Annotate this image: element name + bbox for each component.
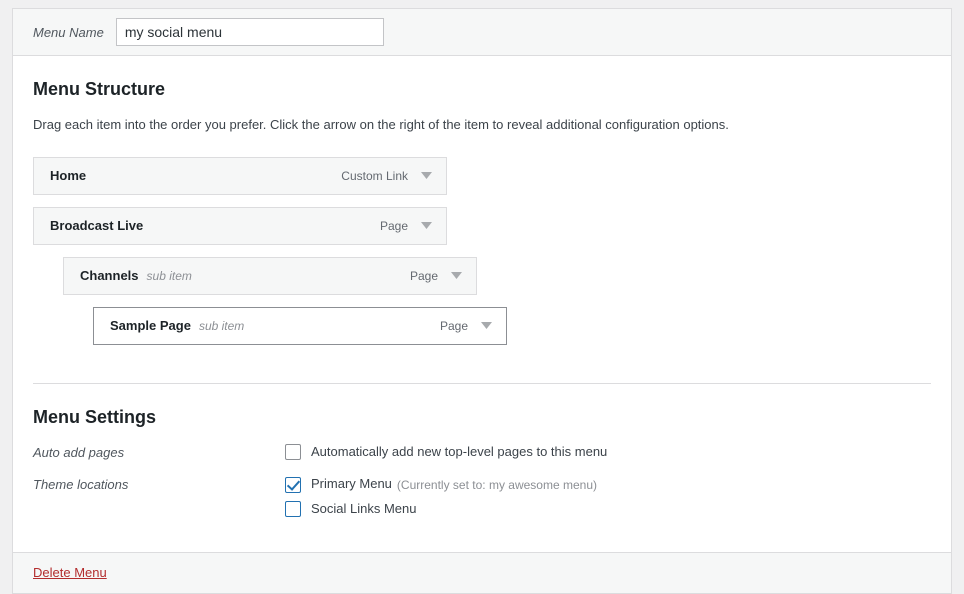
menu-item-title: Channels (80, 268, 139, 284)
chevron-down-icon[interactable] (418, 168, 434, 184)
theme-location-social-links-line[interactable]: Social Links Menu (285, 500, 931, 518)
menu-item-type: Custom Link (341, 168, 408, 183)
chevron-down-icon[interactable] (418, 218, 434, 234)
menu-item-title: Sample Page (110, 318, 191, 334)
auto-add-pages-fields: Automatically add new top-level pages to… (285, 443, 931, 461)
menu-item-row[interactable]: Channels sub item Page (63, 256, 477, 295)
menu-item-type: Page (439, 318, 468, 333)
menu-item-sub-label: sub item (146, 268, 192, 283)
menu-item-sub-label: sub item (198, 318, 245, 333)
theme-locations-label: Theme locations (33, 477, 129, 493)
menu-settings-section: Menu Settings Auto add pages Automatical… (33, 384, 931, 552)
menu-item-row[interactable]: Home Custom Link (33, 156, 447, 195)
menu-structure-description: Drag each item into the order you prefer… (33, 117, 729, 133)
menu-item-row[interactable]: Broadcast Live Page (33, 206, 447, 245)
menu-editor-body: Menu Structure Drag each item into the o… (13, 56, 951, 552)
menu-settings-title: Menu Settings (33, 406, 157, 427)
menu-name-input[interactable] (115, 18, 384, 46)
auto-add-pages-checkbox[interactable] (285, 444, 301, 461)
menu-item-title: Broadcast Live (50, 218, 144, 234)
auto-add-pages-checkbox-label: Automatically add new top-level pages to… (311, 444, 608, 460)
menu-name-label: Menu Name (33, 24, 104, 40)
auto-add-pages-label: Auto add pages (33, 445, 125, 461)
auto-add-pages-checkbox-line[interactable]: Automatically add new top-level pages to… (285, 443, 931, 461)
menu-structure-title: Menu Structure (33, 79, 166, 99)
menu-item-title: Home (50, 168, 87, 184)
theme-location-primary-menu-note: (Currently set to: my awesome menu) (396, 477, 597, 492)
menu-item-type: Page (409, 268, 438, 283)
menu-item-row[interactable]: Sample Page sub item Page (93, 306, 507, 345)
menu-name-row: Menu Name (13, 9, 951, 56)
menu-item-type: Page (379, 218, 408, 233)
theme-location-primary-menu-checkbox[interactable] (285, 476, 301, 493)
theme-locations-fields: Primary Menu (Currently set to: my aweso… (285, 475, 931, 517)
menu-item-list: Home Custom Link Broadcast Live Page Cha… (33, 156, 931, 375)
auto-add-pages-row: Auto add pages Automatically add new top… (33, 443, 931, 461)
theme-location-primary-menu-label: Primary Menu (311, 476, 392, 492)
theme-location-primary-menu-line[interactable]: Primary Menu (Currently set to: my aweso… (285, 475, 931, 493)
chevron-down-icon[interactable] (448, 268, 464, 284)
menu-editor-panel: Menu Name Menu Structure Drag each item … (12, 8, 952, 594)
theme-location-social-links-checkbox[interactable] (285, 500, 301, 517)
theme-locations-row: Theme locations Primary Menu (Currently … (33, 475, 931, 517)
theme-location-social-links-label: Social Links Menu (311, 500, 417, 516)
chevron-down-icon[interactable] (478, 318, 494, 334)
menu-editor-footer: Delete Menu (13, 551, 951, 593)
